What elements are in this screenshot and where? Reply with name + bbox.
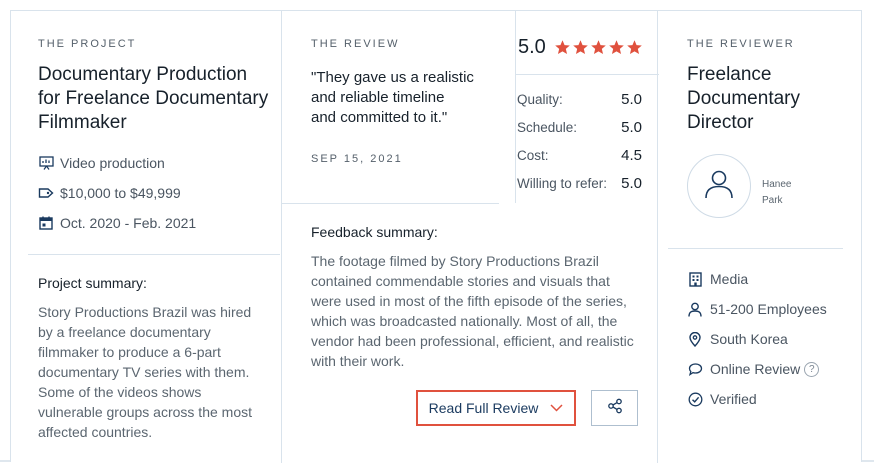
score-value: 4.5: [621, 147, 642, 164]
reviewer-divider: [668, 248, 843, 249]
feedback-line: with their work.: [311, 353, 405, 369]
read-full-review-button[interactable]: Read Full Review: [416, 390, 576, 426]
feedback-line: The footage filmed by Story Productions …: [311, 253, 599, 269]
project-title: Documentary Production for Freelance Doc…: [38, 64, 269, 133]
star-icon: [627, 40, 642, 55]
review-card: THE PROJECT Documentary Production for F…: [10, 10, 863, 463]
reviewer-eyebrow: THE REVIEWER: [687, 38, 795, 50]
summary-line: vulnerable groups across the most: [38, 404, 252, 420]
read-full-review-label: Read Full Review: [428, 400, 539, 416]
company-size-row: 51-200 Employees: [687, 301, 827, 317]
feedback-line: vendor had been professional, efficient,…: [311, 333, 634, 349]
feedback-line: were used in most of the fifth episode o…: [311, 293, 627, 309]
score-row-schedule: Schedule: 5.0: [517, 119, 642, 136]
review-date: SEP 15, 2021: [311, 153, 403, 165]
service-row: Video production: [38, 155, 165, 171]
industry-label: Media: [710, 271, 749, 287]
star-icon: [555, 40, 570, 55]
check-circle-icon: [687, 391, 703, 407]
company-size-label: 51-200 Employees: [710, 301, 827, 317]
location-pin-icon: [687, 331, 703, 347]
dates-row: Oct. 2020 - Feb. 2021: [38, 215, 196, 231]
score-divider: [516, 74, 659, 75]
overall-score: 5.0: [518, 36, 546, 58]
project-column: THE PROJECT Documentary Production for F…: [11, 11, 282, 463]
feedback-line: contained commendable stories and visual…: [311, 273, 610, 289]
score-panel: 5.0 Quality: 5.0 Schedule: 5.0 Cost: 4.5…: [515, 11, 659, 203]
score-label: Willing to refer:: [517, 176, 608, 191]
location-label: South Korea: [710, 331, 788, 347]
reviewer-name-line: Park: [762, 195, 783, 206]
score-label: Quality:: [517, 92, 563, 107]
dates-label: Oct. 2020 - Feb. 2021: [60, 215, 197, 231]
review-type-label: Online Review: [710, 361, 801, 377]
quote-line: and committed to it.": [311, 109, 448, 126]
quote-line: "They gave us a realistic: [311, 69, 474, 86]
share-button[interactable]: [591, 390, 638, 426]
share-icon: [607, 398, 623, 419]
review-divider: [282, 203, 499, 204]
presentation-icon: [38, 155, 54, 171]
score-row-quality: Quality: 5.0: [517, 91, 642, 108]
help-icon[interactable]: ?: [804, 361, 820, 377]
star-icon: [609, 40, 624, 55]
building-icon: [687, 271, 703, 287]
review-eyebrow: THE REVIEW: [311, 38, 400, 50]
feedback-summary-text: The footage filmed by Story Productions …: [311, 251, 636, 371]
quote-line: and reliable timeline: [311, 89, 445, 106]
summary-line: documentary TV series with them.: [38, 364, 250, 380]
reviewer-column: THE REVIEWER Freelance Documentary Direc…: [658, 11, 863, 463]
budget-row: $10,000 to $49,999: [38, 185, 181, 201]
star-rating: [554, 39, 644, 56]
person-icon: [687, 301, 703, 317]
review-type-row: Online Review ?: [687, 361, 820, 377]
service-label: Video production: [60, 155, 165, 171]
reviewer-name: Hanee Park: [762, 177, 791, 209]
project-summary-text: Story Productions Brazil was hired by a …: [38, 302, 278, 442]
score-row-cost: Cost: 4.5: [517, 147, 642, 164]
feedback-summary-heading: Feedback summary:: [311, 224, 438, 240]
summary-line: Some of the videos shows: [38, 384, 202, 400]
summary-line: Story Productions Brazil was hired: [38, 304, 252, 320]
verified-row: Verified: [687, 391, 757, 407]
score-value: 5.0: [621, 91, 642, 108]
summary-line: by a freelance documentary: [38, 324, 211, 340]
score-label: Schedule:: [517, 120, 578, 135]
chat-bubble-icon: [687, 361, 703, 377]
reviewer-title: Freelance Documentary Director: [687, 64, 800, 133]
price-tag-icon: [38, 185, 54, 201]
project-eyebrow: THE PROJECT: [38, 38, 137, 50]
star-icon: [573, 40, 588, 55]
star-icon: [591, 40, 606, 55]
reviewer-name-line: Hanee: [762, 179, 792, 190]
project-summary-heading: Project summary:: [38, 275, 147, 291]
feedback-line: which was broadcasted nationally. Most o…: [311, 313, 618, 329]
chevron-down-icon: [550, 404, 563, 412]
summary-line: filmmaker to produce a 6-part: [38, 344, 221, 360]
industry-row: Media: [687, 271, 748, 287]
summary-line: affected countries.: [38, 424, 153, 440]
calendar-icon: [38, 215, 54, 231]
overall-rating: 5.0: [518, 36, 644, 59]
score-value: 5.0: [621, 175, 642, 192]
project-divider: [28, 254, 280, 255]
budget-label: $10,000 to $49,999: [60, 185, 181, 201]
avatar: [687, 154, 751, 218]
location-row: South Korea: [687, 331, 788, 347]
score-label: Cost:: [517, 148, 549, 163]
review-quote: "They gave us a realistic and reliable t…: [311, 68, 496, 128]
score-row-willing-to-refer: Willing to refer: 5.0: [517, 175, 642, 192]
review-column: THE REVIEW "They gave us a realistic and…: [282, 11, 659, 463]
user-icon: [702, 167, 736, 206]
score-value: 5.0: [621, 119, 642, 136]
verified-label: Verified: [710, 391, 757, 407]
